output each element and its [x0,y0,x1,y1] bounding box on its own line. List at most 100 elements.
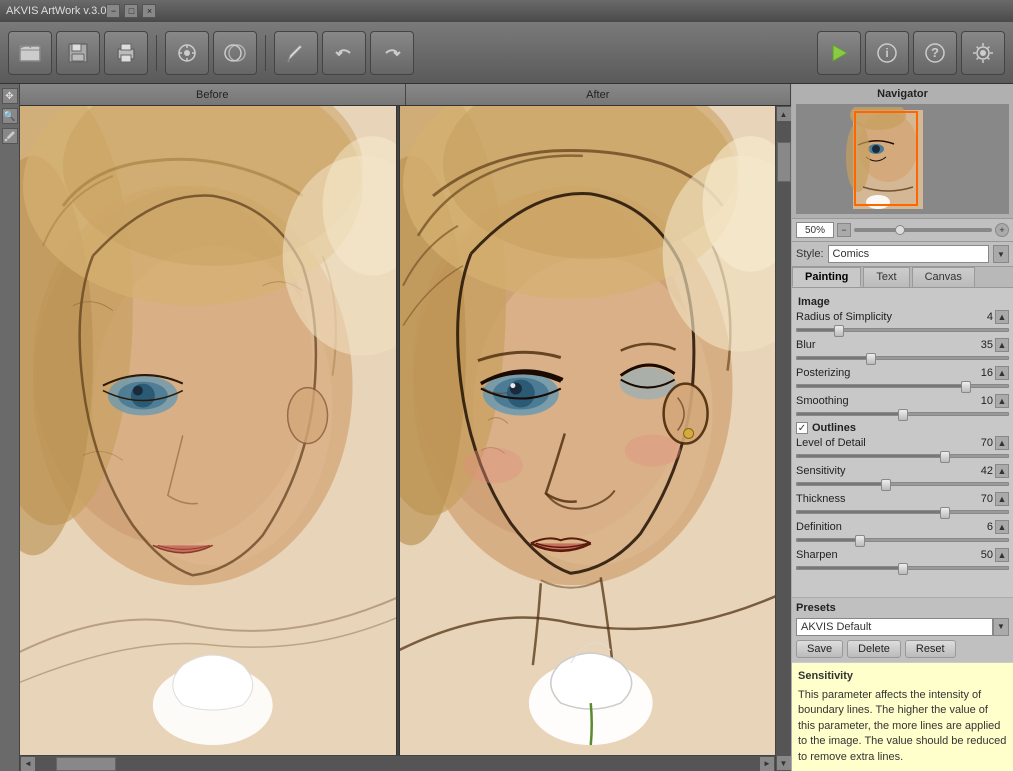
after-panel [400,106,776,755]
blur-stepper[interactable]: ▲ [995,338,1009,352]
parameters-panel: Image Radius of Simplicity 4 ▲ Blur 35 ▲ [792,288,1013,597]
vscroll-track[interactable] [776,122,791,755]
preset-select-row: AKVIS Default ▼ [796,618,1009,636]
sidebar: Navigator [791,84,1013,771]
hscroll-thumb[interactable] [56,757,116,771]
settings1-button[interactable] [165,31,209,75]
open-file-button[interactable] [8,31,52,75]
posterizing-slider[interactable] [796,384,1009,388]
maximize-button[interactable]: □ [124,4,138,18]
definition-slider[interactable] [796,538,1009,542]
hscroll-left-arrow[interactable]: ◄ [20,756,36,771]
vertical-scrollbar[interactable]: ▲ ▼ [775,106,791,771]
horizontal-scrollbar[interactable]: ◄ ► [20,755,775,771]
sensitivity-row: Sensitivity 42 ▲ [796,464,1009,478]
radius-simplicity-stepper[interactable]: ▲ [995,310,1009,324]
title-bar: AKVIS ArtWork v.3.0 − □ × [0,0,1013,22]
canvas-content[interactable]: ◄ ► [20,106,775,771]
vscroll-up-arrow[interactable]: ▲ [776,106,792,122]
vscroll-thumb[interactable] [777,142,791,182]
smoothing-stepper[interactable]: ▲ [995,394,1009,408]
zoom-plus-button[interactable]: + [995,223,1009,237]
sharpen-stepper[interactable]: ▲ [995,548,1009,562]
help-content: This parameter affects the intensity of … [798,688,1007,765]
redo-button[interactable] [370,31,414,75]
thickness-slider-row [796,510,1009,514]
preferences-button[interactable] [961,31,1005,75]
level-detail-thumb[interactable] [940,451,950,463]
thickness-stepper[interactable]: ▲ [995,492,1009,506]
left-toolbox: ✥ 🔍 [0,84,20,771]
tab-canvas[interactable]: Canvas [912,267,975,287]
delete-preset-button[interactable]: Delete [847,640,901,658]
preset-select[interactable]: AKVIS Default [796,618,993,636]
level-detail-stepper[interactable]: ▲ [995,436,1009,450]
move-tool[interactable]: ✥ [2,88,18,104]
sensitivity-slider[interactable] [796,482,1009,486]
sharpen-row: Sharpen 50 ▲ [796,548,1009,562]
thickness-slider[interactable] [796,510,1009,514]
navigator-title: Navigator [796,88,1009,100]
style-select[interactable]: Comics [828,245,989,263]
smoothing-row: Smoothing 10 ▲ [796,394,1009,408]
save-preset-button[interactable]: Save [796,640,843,658]
smoothing-label: Smoothing [796,395,969,407]
level-detail-slider[interactable] [796,454,1009,458]
svg-text:?: ? [931,45,939,60]
definition-value: 6 [969,521,993,533]
window-controls: − □ × [106,4,156,18]
info-button[interactable]: i [865,31,909,75]
help-button[interactable]: ? [913,31,957,75]
minimize-button[interactable]: − [106,4,120,18]
navigator-panel: Navigator [792,84,1013,219]
outlines-checkbox[interactable]: ✓ [796,422,808,434]
zoom-slider-thumb[interactable] [895,225,905,235]
run-button[interactable] [817,31,861,75]
settings2-button[interactable] [213,31,257,75]
sensitivity-thumb[interactable] [881,479,891,491]
print-button[interactable] [104,31,148,75]
canvas-area: Before After [20,84,791,771]
vscroll-down-arrow[interactable]: ▼ [776,755,792,771]
save-file-button[interactable] [56,31,100,75]
zoom-bar: 50% − + [792,219,1013,242]
radius-simplicity-row: Radius of Simplicity 4 ▲ [796,310,1009,324]
radius-simplicity-slider-row [796,328,1009,332]
tab-painting[interactable]: Painting [792,267,861,287]
sharpen-slider[interactable] [796,566,1009,570]
definition-thumb[interactable] [855,535,865,547]
posterizing-stepper[interactable]: ▲ [995,366,1009,380]
smoothing-slider[interactable] [796,412,1009,416]
eyedropper-tool[interactable] [2,128,18,144]
undo-button[interactable] [322,31,366,75]
sensitivity-stepper[interactable]: ▲ [995,464,1009,478]
close-button[interactable]: × [142,4,156,18]
hscroll-right-arrow[interactable]: ► [759,756,775,771]
hscroll-track[interactable] [36,756,759,771]
preset-dropdown-arrow[interactable]: ▼ [993,618,1009,636]
radius-simplicity-slider[interactable] [796,328,1009,332]
style-bar: Style: Comics ▼ [792,242,1013,267]
brush-button[interactable] [274,31,318,75]
canvas-header: Before After [20,84,791,106]
blur-thumb[interactable] [866,353,876,365]
sharpen-thumb[interactable] [898,563,908,575]
smoothing-thumb[interactable] [898,409,908,421]
zoom-tool[interactable]: 🔍 [2,108,18,124]
posterizing-thumb[interactable] [961,381,971,393]
radius-simplicity-thumb[interactable] [834,325,844,337]
toolbar-separator-1 [156,35,157,71]
zoom-minus-button[interactable]: − [837,223,851,237]
thickness-label: Thickness [796,493,969,505]
sensitivity-value: 42 [969,465,993,477]
tab-text[interactable]: Text [863,267,909,287]
main-toolbar: i ? [0,22,1013,84]
style-dropdown-arrow[interactable]: ▼ [993,245,1009,263]
definition-stepper[interactable]: ▲ [995,520,1009,534]
toolbar-separator-2 [265,35,266,71]
level-detail-slider-row [796,454,1009,458]
thickness-thumb[interactable] [940,507,950,519]
blur-slider[interactable] [796,356,1009,360]
reset-preset-button[interactable]: Reset [905,640,956,658]
zoom-slider[interactable] [854,228,992,232]
